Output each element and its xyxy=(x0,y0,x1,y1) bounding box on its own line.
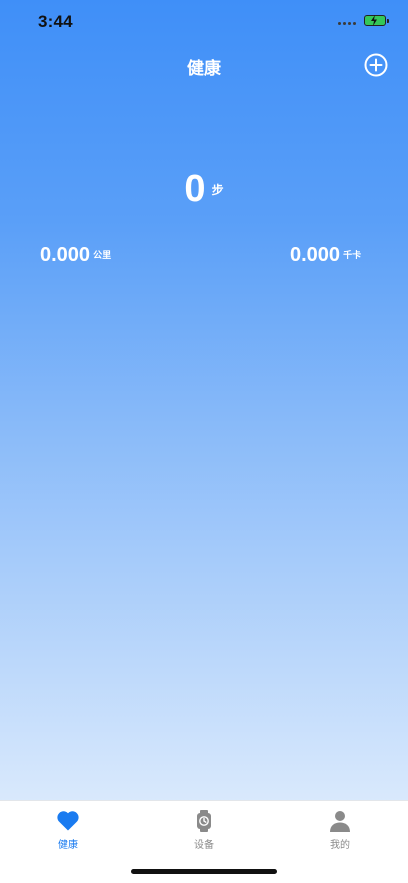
status-time: 3:44 xyxy=(38,12,73,31)
signal-icon xyxy=(338,22,356,25)
tab-device[interactable]: 设备 xyxy=(164,809,244,851)
tab-health[interactable]: 健康 xyxy=(28,809,108,851)
watch-icon xyxy=(197,810,211,832)
distance-metric: 0.000 公里 xyxy=(40,244,111,267)
home-indicator[interactable] xyxy=(131,869,277,874)
add-button[interactable] xyxy=(364,53,388,77)
battery-charging-icon xyxy=(364,15,389,26)
calories-value: 0.000 xyxy=(290,244,341,266)
person-icon xyxy=(330,811,350,832)
tab-device-label: 设备 xyxy=(194,840,214,851)
heart-icon xyxy=(57,811,79,831)
status-bar: 3:44 xyxy=(0,0,408,44)
plus-circle-icon xyxy=(364,53,388,77)
calories-metric: 0.000 千卡 xyxy=(290,244,361,267)
tab-health-label: 健康 xyxy=(58,840,78,851)
tab-mine[interactable]: 我的 xyxy=(300,809,380,851)
tab-mine-label: 我的 xyxy=(330,840,350,851)
page-title: 健康 xyxy=(187,59,221,78)
steps-value: 0 xyxy=(184,168,206,210)
steps-unit: 步 xyxy=(211,183,224,197)
steps-counter: 0步 xyxy=(0,168,408,211)
distance-value: 0.000 xyxy=(40,244,91,266)
health-screen: 3:44 健康 0步 0.000 公里 0.000 千卡 健康 设备 我的 xyxy=(0,0,408,883)
calories-unit: 千卡 xyxy=(343,250,362,260)
distance-unit: 公里 xyxy=(93,250,112,260)
